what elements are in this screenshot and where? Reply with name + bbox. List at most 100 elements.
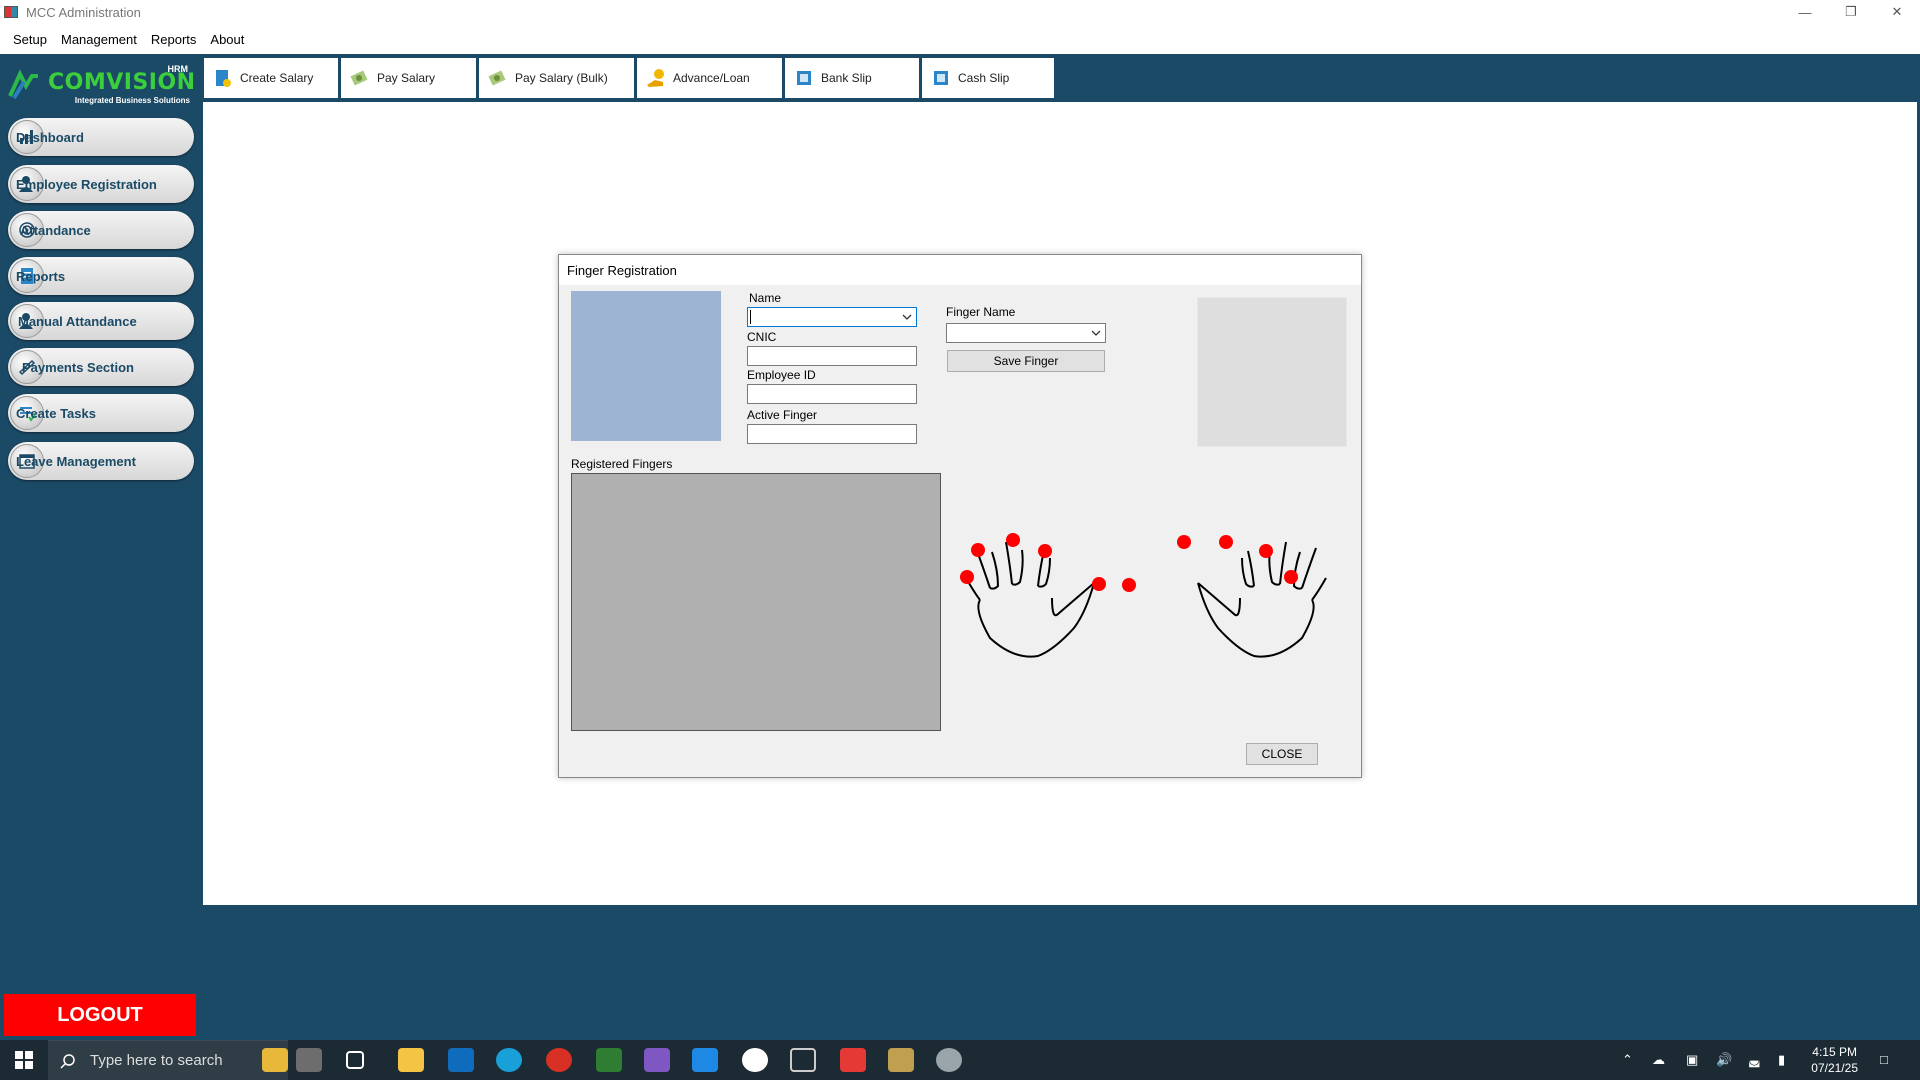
slip-icon	[793, 67, 815, 89]
sidebar-item-create-tasks[interactable]: Create Tasks	[8, 394, 194, 432]
finger-marker	[960, 570, 974, 584]
close-button[interactable]: CLOSE	[1246, 743, 1318, 765]
menu-reports[interactable]: Reports	[144, 32, 204, 47]
menu-management[interactable]: Management	[54, 32, 144, 47]
sidebar-item-employee-registration[interactable]: Employee Registration	[8, 165, 194, 203]
restore-icon[interactable]: ❐	[1828, 0, 1874, 24]
sidebar-item-leave-management[interactable]: Leave Management	[8, 442, 194, 480]
cube-icon[interactable]	[790, 1048, 816, 1072]
sidebar-item-dashboard[interactable]: Dashboard	[8, 118, 194, 156]
toolbar-label: Create Salary	[240, 71, 314, 85]
date: 07/21/25	[1811, 1061, 1858, 1075]
sidebar-item-label: Dashboard	[16, 129, 84, 145]
sidebar-item-payments-section[interactable]: Payments Section	[8, 348, 194, 386]
create-salary-button[interactable]: Create Salary	[204, 58, 338, 98]
sidebar-item-label: Leave Management	[16, 453, 136, 469]
active-finger-field[interactable]	[747, 424, 917, 444]
cnic-label: CNIC	[747, 330, 777, 344]
windows-icon	[15, 1051, 33, 1069]
close-icon[interactable]: ✕	[1874, 0, 1920, 24]
search-icon	[60, 1053, 75, 1069]
logout-button[interactable]: LOGOUT	[4, 994, 196, 1036]
sidebar-item-manual-attandance[interactable]: Manual Attandance	[8, 302, 194, 340]
search-placeholder: Type here to search	[90, 1052, 223, 1069]
hrm-badge: HRM	[167, 64, 189, 74]
cash-slip-button[interactable]: Cash Slip	[922, 58, 1054, 98]
wifi-icon[interactable]: ◛	[1748, 1052, 1764, 1068]
sidebar: COMVISION HRM Integrated Business Soluti…	[0, 54, 198, 1036]
employee-id-label: Employee ID	[747, 368, 816, 382]
start-button[interactable]	[0, 1040, 48, 1080]
finger-marker	[1219, 535, 1233, 549]
cloud-icon[interactable]: ☁	[1652, 1052, 1668, 1068]
paint-icon[interactable]	[936, 1048, 962, 1072]
visual-studio-icon[interactable]	[644, 1048, 670, 1072]
toolbar-label: Pay Salary (Bulk)	[515, 71, 608, 85]
finger-marker	[1259, 544, 1273, 558]
file-explorer-icon[interactable]	[398, 1048, 424, 1072]
pay-salary-button[interactable]: Pay Salary	[341, 58, 476, 98]
name-combobox[interactable]	[747, 307, 917, 327]
sidebar-item-label: Manual Attandance	[18, 313, 137, 329]
task-view-icon[interactable]	[346, 1051, 364, 1069]
employee-photo	[571, 291, 721, 441]
chevron-up-icon[interactable]: ⌃	[1622, 1052, 1638, 1068]
menu-about[interactable]: About	[203, 32, 251, 47]
chrome-icon[interactable]	[546, 1048, 572, 1072]
fingerprint-preview	[1197, 297, 1347, 447]
finger-marker	[1038, 544, 1052, 558]
minimize-icon[interactable]: —	[1782, 0, 1828, 24]
taskbar-clock[interactable]: 4:15 PM 07/21/25	[1811, 1044, 1858, 1076]
notifications-icon[interactable]: □	[1880, 1052, 1896, 1068]
money-icon	[487, 67, 509, 89]
time: 4:15 PM	[1812, 1045, 1857, 1059]
save-finger-button[interactable]: Save Finger	[947, 350, 1105, 372]
toolbar-label: Bank Slip	[821, 71, 872, 85]
chevron-down-icon	[1091, 330, 1101, 336]
chevron-down-icon	[902, 314, 912, 320]
taskbar: Type here to search ⌃ ☁ ▣ 🔊 ◛ ▮ 4:15 PM …	[0, 1040, 1920, 1080]
outlook-icon[interactable]	[448, 1048, 474, 1072]
taskbar-search[interactable]: Type here to search	[48, 1040, 288, 1080]
finger-name-combobox[interactable]	[946, 323, 1106, 343]
menu-bar: Setup Management Reports About	[0, 24, 1920, 54]
toolbar-label: Pay Salary	[377, 71, 436, 85]
toolbar: Create Salary Pay Salary Pay Salary (Bul…	[204, 58, 1057, 98]
finger-marker	[1177, 535, 1191, 549]
registered-fingers-label: Registered Fingers	[571, 457, 673, 471]
finger-marker	[971, 543, 985, 557]
sidebar-item-label: Reports	[16, 268, 66, 284]
menu-setup[interactable]: Setup	[6, 32, 54, 47]
app-store-icon[interactable]	[742, 1048, 768, 1072]
hand-coin-icon	[645, 67, 667, 89]
employee-id-field[interactable]	[747, 384, 917, 404]
battery-icon[interactable]: ▮	[1778, 1052, 1794, 1068]
excel-icon[interactable]	[596, 1048, 622, 1072]
vscode-icon[interactable]	[692, 1048, 718, 1072]
brand-tagline: Integrated Business Solutions	[74, 96, 190, 105]
toolbar-label: Cash Slip	[958, 71, 1010, 85]
volume-icon[interactable]: 🔊	[1716, 1052, 1732, 1068]
sidebar-item-attandance[interactable]: Attandance	[8, 211, 194, 249]
network-adapter-icon[interactable]: ▣	[1686, 1052, 1702, 1068]
finger-name-label: Finger Name	[946, 305, 1016, 319]
balloons-icon[interactable]	[262, 1048, 288, 1072]
slip-icon	[930, 67, 952, 89]
anydesk-icon[interactable]	[840, 1048, 866, 1072]
edge-icon[interactable]	[496, 1048, 522, 1072]
mcc-app-icon[interactable]	[888, 1048, 914, 1072]
sidebar-item-label: Attandance	[20, 222, 91, 238]
registered-fingers-list[interactable]	[571, 473, 941, 731]
bank-slip-button[interactable]: Bank Slip	[785, 58, 919, 98]
toolbar-label: Advance/Loan	[673, 71, 750, 85]
sidebar-item-reports[interactable]: Reports	[8, 257, 194, 295]
cnic-field[interactable]	[747, 346, 917, 366]
sidebar-item-label: Create Tasks	[16, 405, 96, 421]
window-controls: — ❐ ✕	[1782, 0, 1920, 24]
finger-marker	[1092, 577, 1106, 591]
sidebar-item-label: Payments Section	[22, 359, 134, 375]
app-icon	[4, 6, 18, 18]
advance-loan-button[interactable]: Advance/Loan	[637, 58, 782, 98]
film-icon[interactable]	[296, 1048, 322, 1072]
pay-salary-bulk-button[interactable]: Pay Salary (Bulk)	[479, 58, 634, 98]
